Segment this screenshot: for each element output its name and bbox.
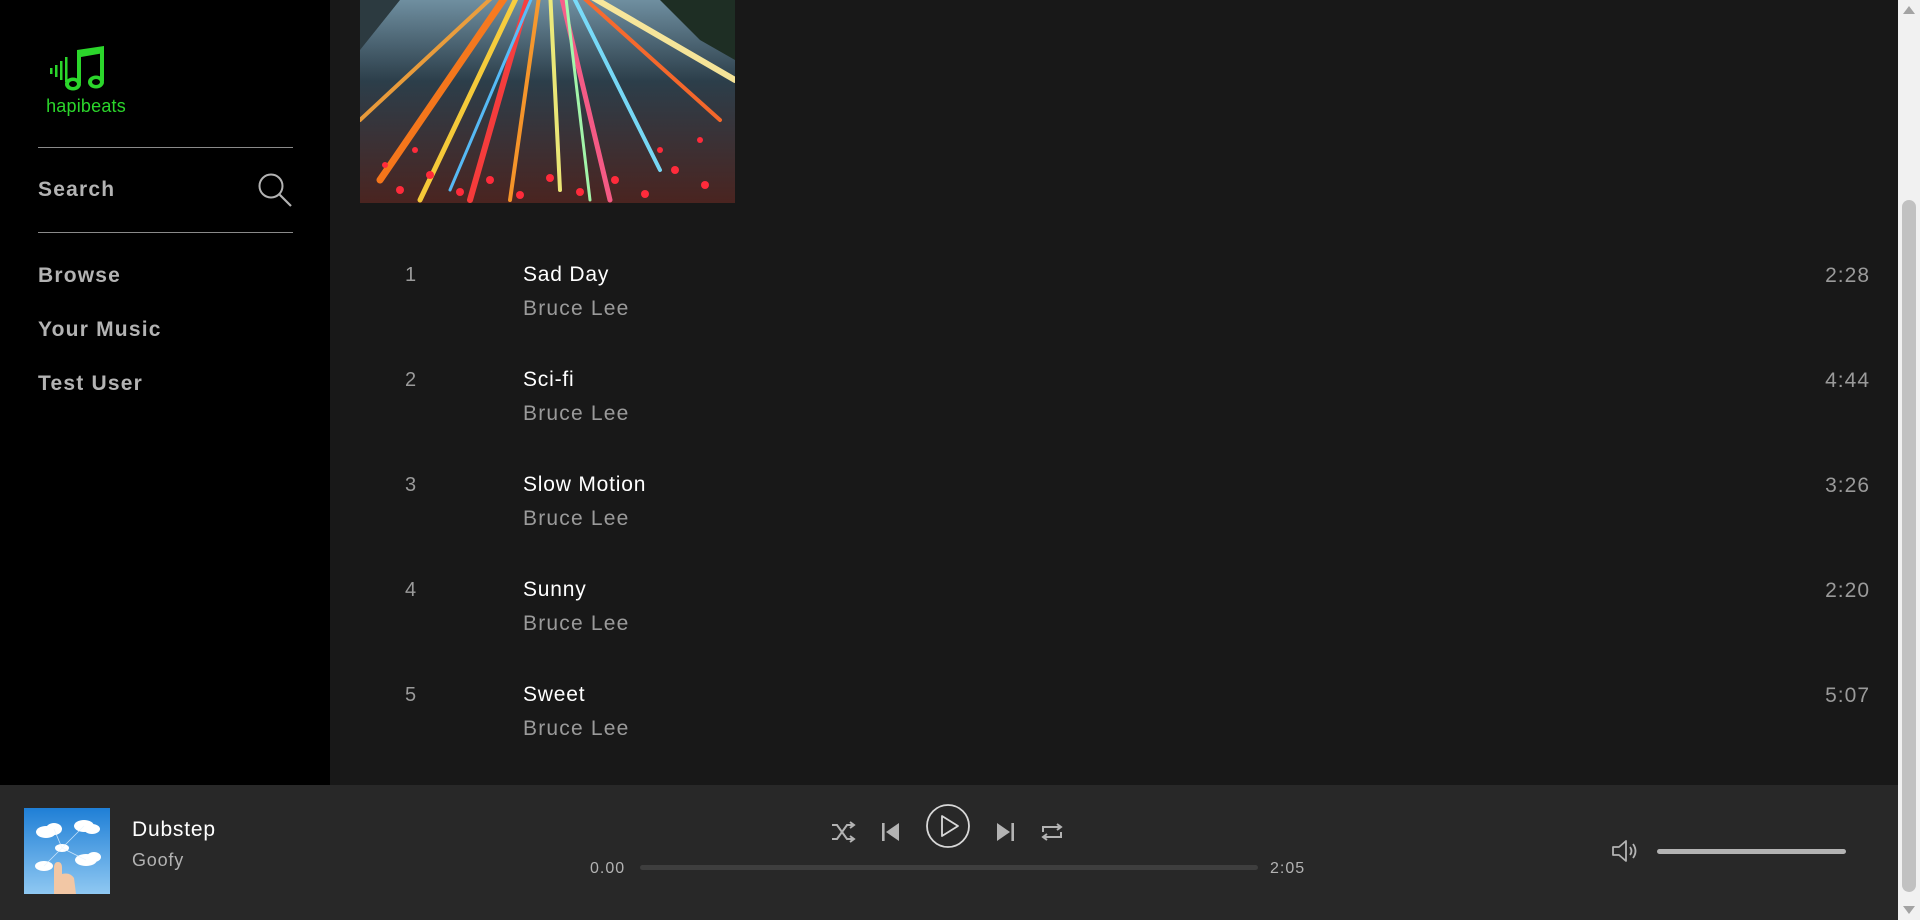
track-title[interactable]: Sci-fi — [523, 368, 574, 392]
player-bar: Dubstep Goofy 0.00 2:05 — [0, 785, 1898, 920]
track-artist[interactable]: Bruce Lee — [523, 717, 630, 741]
now-playing-title[interactable]: Dubstep — [132, 818, 216, 842]
search-icon[interactable] — [257, 172, 293, 208]
track-row[interactable]: 2 Sci-fi Bruce Lee 4:44 — [360, 355, 1890, 455]
track-duration: 2:20 — [1825, 579, 1870, 602]
track-artist[interactable]: Bruce Lee — [523, 402, 630, 426]
scroll-down-arrow-icon[interactable] — [1903, 906, 1915, 914]
previous-icon[interactable] — [880, 820, 902, 844]
scrollbar-thumb[interactable] — [1902, 200, 1916, 892]
volume-icon[interactable] — [1610, 836, 1640, 866]
track-artist[interactable]: Bruce Lee — [523, 507, 630, 531]
logo-text: hapibeats — [46, 96, 126, 116]
search-label: Search — [38, 178, 116, 201]
repeat-icon[interactable] — [1039, 820, 1065, 844]
total-time: 2:05 — [1270, 860, 1306, 877]
track-artist[interactable]: Bruce Lee — [523, 297, 630, 321]
track-duration: 2:28 — [1825, 264, 1870, 287]
track-row[interactable]: 5 Sweet Bruce Lee 5:07 — [360, 670, 1890, 770]
play-icon[interactable] — [925, 803, 971, 849]
search-link[interactable]: Search — [38, 148, 293, 232]
track-row[interactable]: 1 Sad Day Bruce Lee 2:28 — [360, 250, 1890, 350]
progress-bar[interactable] — [640, 865, 1258, 870]
now-playing-cover[interactable] — [24, 808, 110, 894]
sidebar-divider — [38, 232, 293, 233]
album-cover-image — [360, 0, 735, 203]
track-title[interactable]: Sad Day — [523, 263, 609, 287]
track-number: 2 — [405, 369, 417, 391]
track-row[interactable]: 3 Slow Motion Bruce Lee 3:26 — [360, 460, 1890, 560]
main-content: 1 Sad Day Bruce Lee 2:28 2 Sci-fi Bruce … — [330, 0, 1898, 785]
current-time: 0.00 — [590, 860, 626, 877]
sidebar: hapibeats Search Browse Your Music Test … — [0, 0, 330, 785]
track-number: 5 — [405, 684, 417, 706]
track-number: 4 — [405, 579, 417, 601]
album-cover-art — [360, 0, 735, 203]
shuffle-icon[interactable] — [830, 819, 856, 845]
nav-browse[interactable]: Browse — [38, 264, 121, 288]
track-title[interactable]: Sweet — [523, 683, 585, 707]
app-logo[interactable]: hapibeats — [44, 44, 128, 118]
page-scrollbar[interactable] — [1898, 0, 1920, 920]
scroll-up-arrow-icon[interactable] — [1903, 6, 1915, 14]
nav-user-profile[interactable]: Test User — [38, 372, 143, 396]
track-duration: 5:07 — [1825, 684, 1870, 707]
track-number: 1 — [405, 264, 417, 286]
volume-slider[interactable] — [1657, 849, 1846, 854]
track-artist[interactable]: Bruce Lee — [523, 612, 630, 636]
track-title[interactable]: Slow Motion — [523, 473, 646, 497]
track-title[interactable]: Sunny — [523, 578, 587, 602]
track-duration: 4:44 — [1825, 369, 1870, 392]
track-duration: 3:26 — [1825, 474, 1870, 497]
next-icon[interactable] — [994, 820, 1016, 844]
now-playing-artist[interactable]: Goofy — [132, 850, 184, 871]
track-row[interactable]: 4 Sunny Bruce Lee 2:20 — [360, 565, 1890, 665]
nav-your-music[interactable]: Your Music — [38, 318, 162, 342]
track-number: 3 — [405, 474, 417, 496]
now-playing-cover-art — [24, 808, 110, 894]
music-note-logo-icon — [50, 46, 104, 91]
